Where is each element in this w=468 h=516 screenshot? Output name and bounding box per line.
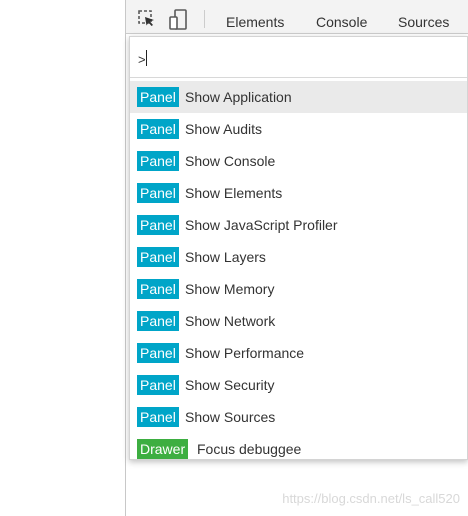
command-item[interactable]: Panel Show Layers <box>130 241 467 273</box>
tab-console[interactable]: Console <box>316 0 367 34</box>
watermark: https://blog.csdn.net/ls_call520 <box>282 491 460 506</box>
devtools-window: Elements Console Sources > Panel Show App… <box>125 0 468 516</box>
command-input-text: > <box>138 52 146 67</box>
panel-badge: Panel <box>137 375 179 395</box>
tab-sources[interactable]: Sources <box>398 0 449 34</box>
panel-badge: Panel <box>137 279 179 299</box>
command-item-label: Show Security <box>185 377 275 393</box>
command-item-label: Show Application <box>185 89 292 105</box>
command-list: Panel Show Application Panel Show Audits Pan… <box>130 81 467 465</box>
command-item-label: Show Sources <box>185 409 276 425</box>
command-item[interactable]: Panel Show Sources <box>130 401 467 433</box>
command-input[interactable]: > <box>130 37 467 78</box>
panel-badge: Panel <box>137 343 179 363</box>
command-item[interactable]: Panel Show JavaScript Profiler <box>130 209 467 241</box>
command-item-label: Show Elements <box>185 185 283 201</box>
command-item-label: Show Performance <box>185 345 305 361</box>
command-item[interactable]: Drawer Focus debuggee <box>130 433 467 465</box>
panel-badge: Panel <box>137 215 179 235</box>
command-menu: > Panel Show Application Panel Show Audits P… <box>129 36 468 460</box>
command-item[interactable]: Panel Show Application <box>130 81 467 113</box>
inspected-page-area <box>0 0 125 516</box>
devtools-toolbar: Elements Console Sources <box>126 0 468 34</box>
device-toolbar-icon[interactable] <box>169 9 191 31</box>
panel-badge: Panel <box>137 407 179 427</box>
drawer-badge: Drawer <box>137 439 189 459</box>
command-item[interactable]: Panel Show Network <box>130 305 467 337</box>
toolbar-divider <box>204 10 205 28</box>
command-item[interactable]: Panel Show Memory <box>130 273 467 305</box>
command-item-label: Show Console <box>185 153 276 169</box>
panel-badge: Panel <box>137 311 179 331</box>
panel-badge: Panel <box>137 151 179 171</box>
command-item-label: Show JavaScript Profiler <box>185 217 338 233</box>
tab-elements[interactable]: Elements <box>226 0 284 34</box>
panel-badge: Panel <box>137 247 179 267</box>
command-item[interactable]: Panel Show Performance <box>130 337 467 369</box>
command-item-label: Show Audits <box>185 121 263 137</box>
command-item[interactable]: Panel Show Security <box>130 369 467 401</box>
command-item[interactable]: Panel Show Console <box>130 145 467 177</box>
inspect-element-icon[interactable] <box>137 9 159 31</box>
panel-badge: Panel <box>137 183 179 203</box>
command-item[interactable]: Panel Show Elements <box>130 177 467 209</box>
panel-badge: Panel <box>137 87 179 107</box>
panel-badge: Panel <box>137 119 179 139</box>
command-item-label: Show Layers <box>185 249 266 265</box>
command-item[interactable]: Panel Show Audits <box>130 113 467 145</box>
command-item-label: Show Network <box>185 313 276 329</box>
command-item-label: Focus debuggee <box>197 441 302 457</box>
command-item-label: Show Memory <box>185 281 275 297</box>
text-caret <box>146 50 147 66</box>
